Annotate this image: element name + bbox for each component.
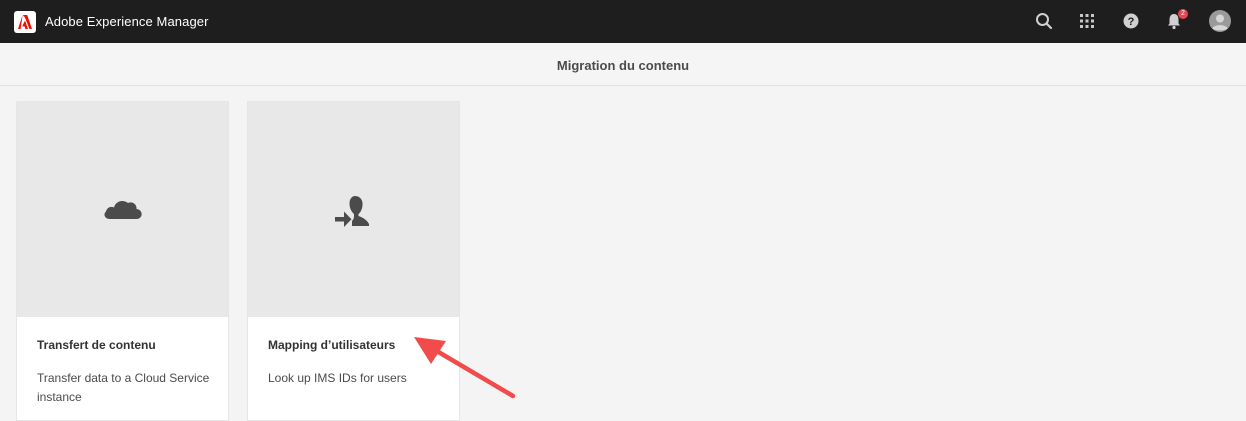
page-title: Migration du contenu [556,58,690,73]
svg-text:?: ? [1128,16,1135,28]
card-title: Mapping d’utilisateurs [268,338,396,352]
top-bar: Adobe Experience Manager ? 2 [0,0,1246,43]
adobe-logo-icon[interactable] [14,11,36,33]
help-icon[interactable]: ? [1120,10,1142,32]
card-thumbnail [248,102,459,317]
app-name[interactable]: Adobe Experience Manager [45,14,209,29]
card-title: Transfert de contenu [37,338,156,352]
user-avatar-icon[interactable] [1208,9,1232,33]
card-description: Transfer data to a Cloud Service instanc… [37,371,210,404]
annotation-arrow-icon [414,337,516,399]
notification-badge: 2 [1178,9,1188,19]
apps-grid-icon[interactable] [1076,10,1098,32]
title-bar: Migration du contenu [0,43,1246,86]
cloud-icon [104,200,142,219]
bell-icon[interactable]: 2 [1163,9,1188,32]
card-content-transfer[interactable]: Transfert de contenu Transfer data to a … [16,101,229,421]
card-thumbnail [17,102,228,317]
user-mapping-icon [335,196,369,227]
search-icon[interactable] [1033,10,1055,32]
